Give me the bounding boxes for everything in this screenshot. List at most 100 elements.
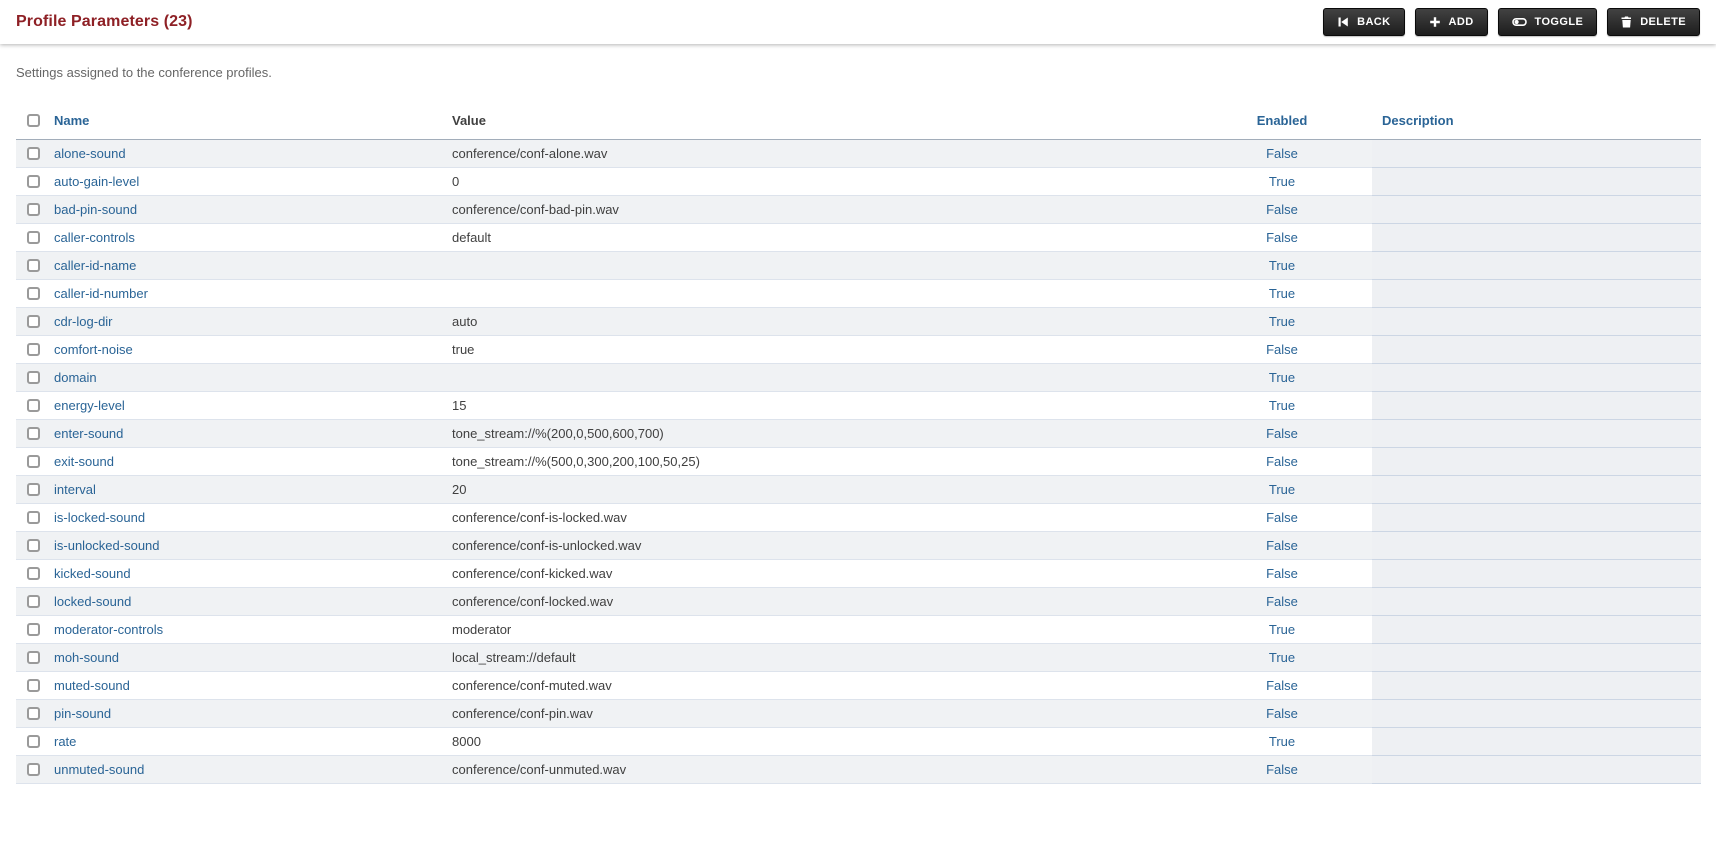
param-enabled-link[interactable]: False [1266, 342, 1298, 357]
page-title: Profile Parameters (23) [16, 13, 193, 30]
param-description [1372, 644, 1701, 672]
row-checkbox[interactable] [27, 763, 40, 776]
select-all-checkbox[interactable] [27, 114, 40, 127]
param-enabled-link[interactable]: True [1269, 174, 1295, 189]
add-button[interactable]: ADD [1414, 8, 1488, 36]
param-value: conference/conf-unmuted.wav [452, 762, 627, 777]
param-enabled-link[interactable]: True [1269, 314, 1295, 329]
row-checkbox[interactable] [27, 343, 40, 356]
param-value: conference/conf-alone.wav [452, 146, 608, 161]
row-checkbox[interactable] [27, 371, 40, 384]
row-checkbox[interactable] [27, 679, 40, 692]
param-value: 0 [452, 174, 460, 189]
row-checkbox[interactable] [27, 483, 40, 496]
row-checkbox[interactable] [27, 259, 40, 272]
param-enabled-link[interactable]: False [1266, 426, 1298, 441]
param-description [1372, 448, 1701, 476]
param-name-link[interactable]: rate [54, 734, 76, 749]
param-enabled-link[interactable]: False [1266, 538, 1298, 553]
table-row: unmuted-sound conference/conf-unmuted.wav… [16, 756, 1701, 784]
param-enabled-link[interactable]: False [1266, 566, 1298, 581]
row-checkbox[interactable] [27, 707, 40, 720]
param-name-link[interactable]: interval [54, 482, 96, 497]
param-enabled-link[interactable]: True [1269, 258, 1295, 273]
param-name-link[interactable]: cdr-log-dir [54, 314, 113, 329]
column-header-enabled[interactable]: Enabled [1192, 113, 1372, 128]
param-name-link[interactable]: locked-sound [54, 594, 131, 609]
column-header-name[interactable]: Name [54, 113, 452, 128]
row-checkbox[interactable] [27, 315, 40, 328]
row-checkbox[interactable] [27, 623, 40, 636]
row-checkbox[interactable] [27, 455, 40, 468]
param-name-link[interactable]: bad-pin-sound [54, 202, 137, 217]
param-name-link[interactable]: alone-sound [54, 146, 126, 161]
param-enabled-link[interactable]: False [1266, 230, 1298, 245]
table-row: enter-sound tone_stream://%(200,0,500,600… [16, 420, 1701, 448]
add-button-label: ADD [1448, 16, 1474, 28]
param-enabled-link[interactable]: False [1266, 678, 1298, 693]
param-name-link[interactable]: unmuted-sound [54, 762, 144, 777]
row-checkbox[interactable] [27, 231, 40, 244]
param-enabled-link[interactable]: False [1266, 454, 1298, 469]
param-value: conference/conf-is-unlocked.wav [452, 538, 642, 553]
param-enabled-link[interactable]: False [1266, 762, 1298, 777]
param-name-link[interactable]: pin-sound [54, 706, 111, 721]
back-button[interactable]: BACK [1323, 8, 1405, 36]
param-name-link[interactable]: is-locked-sound [54, 510, 145, 525]
table-row: kicked-sound conference/conf-kicked.wav Fa… [16, 560, 1701, 588]
row-checkbox[interactable] [27, 511, 40, 524]
param-enabled-link[interactable]: False [1266, 594, 1298, 609]
param-enabled-link[interactable]: False [1266, 510, 1298, 525]
delete-button[interactable]: DELETE [1607, 8, 1700, 36]
param-name-link[interactable]: domain [54, 370, 97, 385]
row-checkbox[interactable] [27, 595, 40, 608]
param-value: 20 [452, 482, 467, 497]
param-enabled-link[interactable]: False [1266, 146, 1298, 161]
param-description [1372, 560, 1701, 588]
param-name-link[interactable]: caller-id-name [54, 258, 136, 273]
column-header-description[interactable]: Description [1372, 102, 1701, 139]
param-name-link[interactable]: auto-gain-level [54, 174, 139, 189]
column-header-value[interactable]: Value [452, 113, 1192, 128]
table-row: caller-id-number True [16, 280, 1701, 308]
row-checkbox[interactable] [27, 203, 40, 216]
row-checkbox[interactable] [27, 735, 40, 748]
param-enabled-link[interactable]: True [1269, 286, 1295, 301]
row-checkbox[interactable] [27, 539, 40, 552]
row-checkbox[interactable] [27, 427, 40, 440]
param-enabled-link[interactable]: True [1269, 734, 1295, 749]
param-name-link[interactable]: comfort-noise [54, 342, 133, 357]
param-name-link[interactable]: caller-controls [54, 230, 135, 245]
param-enabled-link[interactable]: True [1269, 398, 1295, 413]
param-value: tone_stream://%(200,0,500,600,700) [452, 426, 664, 441]
param-value: conference/conf-pin.wav [452, 706, 593, 721]
param-enabled-link[interactable]: True [1269, 482, 1295, 497]
param-description [1372, 616, 1701, 644]
row-checkbox[interactable] [27, 147, 40, 160]
param-description [1372, 476, 1701, 504]
row-checkbox[interactable] [27, 399, 40, 412]
param-name-link[interactable]: is-unlocked-sound [54, 538, 160, 553]
param-name-link[interactable]: caller-id-number [54, 286, 148, 301]
table-row: energy-level 15 True [16, 392, 1701, 420]
param-value: conference/conf-bad-pin.wav [452, 202, 619, 217]
param-description [1372, 308, 1701, 336]
param-name-link[interactable]: moh-sound [54, 650, 119, 665]
param-name-link[interactable]: enter-sound [54, 426, 123, 441]
param-description [1372, 588, 1701, 616]
param-name-link[interactable]: exit-sound [54, 454, 114, 469]
param-name-link[interactable]: energy-level [54, 398, 125, 413]
param-enabled-link[interactable]: False [1266, 706, 1298, 721]
param-name-link[interactable]: kicked-sound [54, 566, 131, 581]
row-checkbox[interactable] [27, 175, 40, 188]
param-enabled-link[interactable]: False [1266, 202, 1298, 217]
row-checkbox[interactable] [27, 567, 40, 580]
param-name-link[interactable]: muted-sound [54, 678, 130, 693]
row-checkbox[interactable] [27, 651, 40, 664]
param-enabled-link[interactable]: True [1269, 370, 1295, 385]
param-enabled-link[interactable]: True [1269, 622, 1295, 637]
row-checkbox[interactable] [27, 287, 40, 300]
param-name-link[interactable]: moderator-controls [54, 622, 163, 637]
toggle-button[interactable]: TOGGLE [1497, 8, 1598, 36]
param-enabled-link[interactable]: True [1269, 650, 1295, 665]
